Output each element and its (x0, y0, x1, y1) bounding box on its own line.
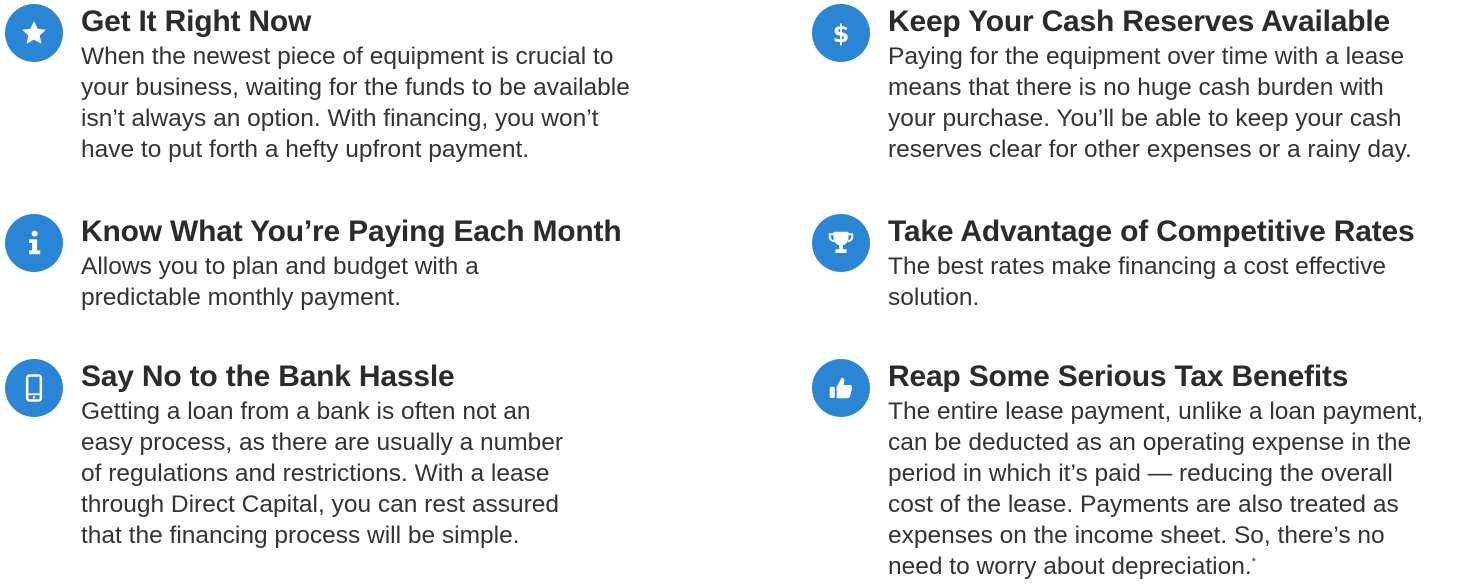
star-icon (5, 4, 63, 62)
benefit-tax-benefits: Reap Some Serious Tax Benefits The entir… (812, 359, 1423, 582)
benefit-description: Allows you to plan and budget with a pre… (81, 253, 479, 311)
info-icon (5, 214, 63, 272)
svg-text:$: $ (833, 20, 850, 48)
thumbs-up-icon (812, 359, 870, 417)
benefit-description-text: The entire lease payment, unlike a loan … (888, 398, 1424, 580)
benefit-description: Paying for the equipment over time with … (888, 43, 1412, 163)
trophy-icon (812, 214, 870, 272)
benefit-description: When the newest piece of equipment is cr… (81, 43, 630, 163)
benefit-title: Take Advantage of Competitive Rates (888, 215, 1415, 248)
benefit-get-it-right-now: Get It Right Now When the newest piece o… (5, 4, 630, 165)
benefit-title: Get It Right Now (81, 5, 312, 38)
benefit-title: Reap Some Serious Tax Benefits (888, 360, 1349, 393)
benefit-description: The best rates make financing a cost eff… (888, 253, 1386, 311)
benefit-cash-reserves: $ Keep Your Cash Reserves Available Payi… (812, 4, 1412, 165)
benefit-description: Getting a loan from a bank is often not … (81, 398, 564, 549)
benefit-know-monthly-payment: Know What You’re Paying Each Month Allow… (5, 214, 622, 313)
footnote-mark: * (1251, 555, 1256, 568)
smartphone-icon (5, 359, 63, 417)
benefit-title: Keep Your Cash Reserves Available (888, 5, 1390, 38)
dollar-icon: $ (812, 4, 870, 62)
benefit-title: Know What You’re Paying Each Month (81, 215, 622, 248)
benefit-bank-hassle: Say No to the Bank Hassle Getting a loan… (5, 359, 564, 551)
benefit-competitive-rates: Take Advantage of Competitive Rates The … (812, 214, 1415, 313)
benefit-title: Say No to the Bank Hassle (81, 360, 455, 393)
benefit-description: The entire lease payment, unlike a loan … (888, 396, 1423, 582)
